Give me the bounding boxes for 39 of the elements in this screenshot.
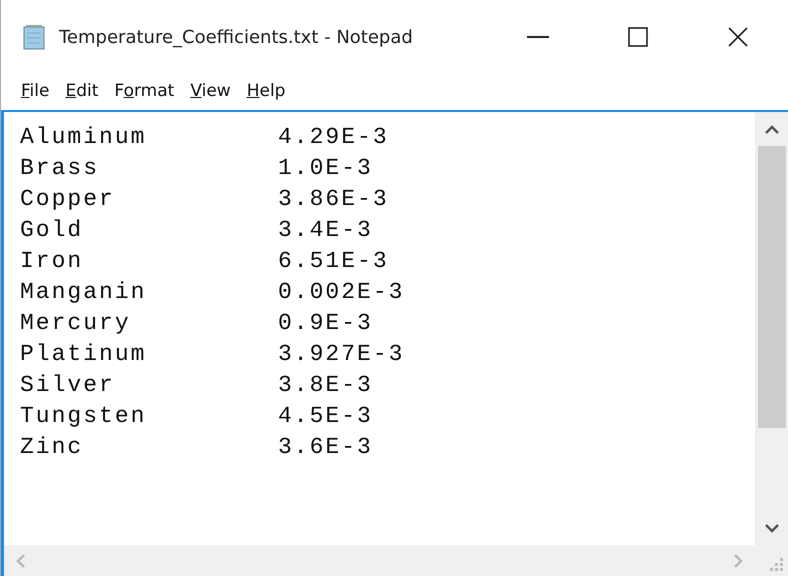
menu-item[interactable]: Help [238, 79, 294, 105]
window-title: Temperature_Coefficients.txt - Notepad [59, 26, 413, 50]
material-name: Mercury [20, 309, 132, 338]
coefficient-value: 1.0E-3 [278, 154, 374, 183]
horizontal-scrollbar[interactable] [4, 545, 755, 576]
material-name: Zinc [20, 433, 84, 462]
material-name: Tungsten [20, 402, 148, 431]
scroll-thumb[interactable] [758, 146, 786, 428]
coefficient-value: 6.51E-3 [278, 247, 390, 276]
coefficient-value: 4.29E-3 [278, 123, 390, 152]
material-name: Iron [20, 247, 84, 276]
scroll-left-icon[interactable] [16, 554, 25, 568]
material-name: Aluminum [20, 123, 148, 152]
coefficient-value: 0.002E-3 [278, 278, 406, 307]
menu-item[interactable]: View [182, 79, 239, 105]
coefficient-value: 3.927E-3 [278, 340, 406, 369]
scroll-up-icon[interactable] [764, 124, 778, 134]
coefficient-value: 4.5E-3 [278, 402, 374, 431]
maximize-icon [628, 27, 648, 47]
material-name: Platinum [20, 340, 148, 369]
coefficient-value: 3.8E-3 [278, 371, 374, 400]
menu-item[interactable]: File [13, 79, 58, 105]
scroll-down-icon[interactable] [764, 524, 778, 532]
close-icon [728, 27, 748, 47]
menu-item[interactable]: Format [106, 79, 182, 105]
material-name: Gold [20, 216, 84, 245]
material-name: Manganin [20, 278, 148, 307]
coefficient-value: 3.4E-3 [278, 216, 374, 245]
resize-grip-icon[interactable] [770, 558, 784, 572]
vertical-scrollbar[interactable] [755, 112, 788, 545]
coefficient-value: 3.86E-3 [278, 185, 390, 214]
material-name: Brass [20, 154, 100, 183]
scroll-right-icon[interactable] [734, 554, 743, 568]
coefficient-value: 0.9E-3 [278, 309, 374, 338]
menu-item[interactable]: Edit [57, 79, 106, 105]
minimize-icon [527, 36, 549, 38]
coefficient-value: 3.6E-3 [278, 433, 374, 462]
material-name: Copper [20, 185, 116, 214]
material-name: Silver [20, 371, 116, 400]
